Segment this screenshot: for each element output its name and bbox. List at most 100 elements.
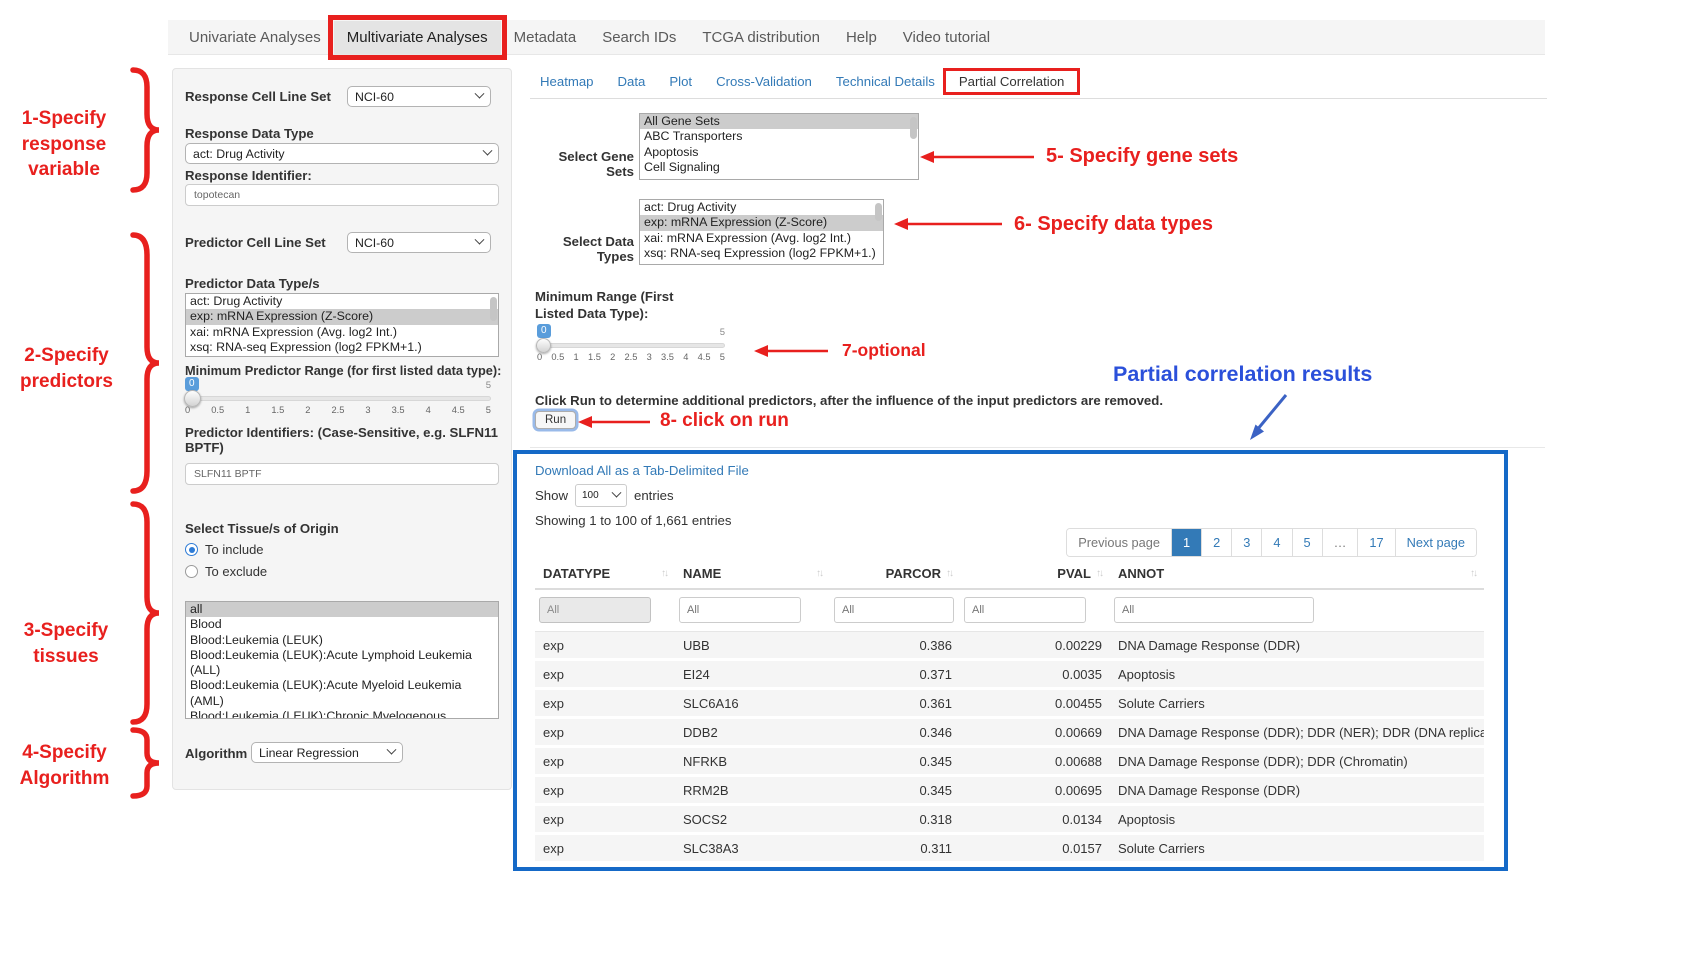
response-identifier-input[interactable] (185, 184, 499, 206)
predictor-identifiers-input[interactable] (185, 463, 499, 485)
download-all-link[interactable]: Download All as a Tab-Delimited File (535, 463, 749, 478)
tab-heatmap[interactable]: Heatmap (528, 74, 606, 89)
app-root: Univariate AnalysesMultivariate Analyses… (0, 0, 1700, 956)
list-option-all-gene-sets[interactable]: All Gene Sets (640, 114, 918, 129)
table-header-row: DATATYPE↑↓NAME↑↓PARCOR↑↓PVAL↑↓ANNOT↑↓ (535, 566, 1484, 590)
column-filter-parcor[interactable] (834, 597, 954, 623)
scrollbar-thumb[interactable] (875, 203, 882, 221)
cell-pval: 0.00695 (960, 777, 1110, 803)
list-option-blood-leukemia-leuk-acute-lymp[interactable]: Blood:Leukemia (LEUK):Acute Lymphoid Leu… (186, 648, 498, 679)
range-slider-track[interactable] (185, 396, 491, 401)
nav-item-search-ids[interactable]: Search IDs (589, 21, 689, 54)
list-option-exp-mrna-expression-z-score[interactable]: exp: mRNA Expression (Z-Score) (640, 215, 883, 230)
table-filter-row (535, 590, 1484, 632)
tissue-listbox[interactable]: allBloodBlood:Leukemia (LEUK)Blood:Leuke… (185, 601, 499, 719)
page-size-select[interactable]: 100 (575, 484, 627, 507)
nav-item-video-tutorial[interactable]: Video tutorial (890, 21, 1003, 54)
cell-datatype: exp (535, 777, 675, 803)
page-previous-button[interactable]: Previous page (1067, 529, 1171, 556)
sort-icon[interactable]: ↑↓ (661, 568, 667, 579)
slider-tick-label: 2 (610, 352, 615, 362)
range-slider-track[interactable] (537, 343, 725, 348)
page-button-2[interactable]: 2 (1201, 529, 1231, 556)
list-option-act-drug-activity[interactable]: act: Drug Activity (186, 294, 498, 309)
list-option-act-drug-activity[interactable]: act: Drug Activity (640, 200, 883, 215)
tab-technical-details[interactable]: Technical Details (824, 74, 947, 89)
response-cell-line-set-select[interactable]: NCI-60 (347, 86, 491, 107)
column-filter-name[interactable] (679, 597, 801, 623)
list-option-xsq-rna-seq-expression-log2-fp[interactable]: xsq: RNA-seq Expression (log2 FPKM+1.) (640, 246, 883, 261)
nav-item-tcga-distribution[interactable]: TCGA distribution (689, 21, 833, 54)
algorithm-select[interactable]: Linear Regression (251, 742, 403, 763)
page-button-4[interactable]: 4 (1261, 529, 1291, 556)
list-option-blood-leukemia-leuk-acute-myel[interactable]: Blood:Leukemia (LEUK):Acute Myeloid Leuk… (186, 678, 498, 709)
slider-tick-label: 1.5 (588, 352, 601, 362)
tab-partial-correlation[interactable]: Partial Correlation (947, 74, 1077, 89)
annotation-step4: 4-Specify Algorithm (12, 740, 117, 791)
list-option-blood-leukemia-leuk[interactable]: Blood:Leukemia (LEUK) (186, 633, 498, 648)
nav-item-multivariate-analyses[interactable]: Multivariate Analyses (334, 21, 501, 54)
column-header-parcor[interactable]: PARCOR↑↓ (830, 566, 960, 581)
list-option-blood-leukemia-leuk-chronic-my[interactable]: Blood:Leukemia (LEUK):Chronic Myelogenou… (186, 709, 498, 719)
page-button-3[interactable]: 3 (1231, 529, 1261, 556)
page-button-1[interactable]: 1 (1171, 529, 1201, 556)
column-filter-annot[interactable] (1114, 597, 1314, 623)
list-option-blood[interactable]: Blood (186, 617, 498, 632)
tab-cross-validation[interactable]: Cross-Validation (704, 74, 824, 89)
table-row-slc6a16[interactable]: expSLC6A160.3610.00455Solute Carriers (535, 690, 1484, 719)
cell-annot: Apoptosis (1110, 806, 1484, 832)
list-option-cell-signaling[interactable]: Cell Signaling (640, 160, 918, 175)
list-option-abc-transporters[interactable]: ABC Transporters (640, 129, 918, 144)
list-option-exp-mrna-expression-z-score[interactable]: exp: mRNA Expression (Z-Score) (186, 309, 498, 324)
scrollbar-thumb[interactable] (910, 117, 917, 139)
radio-unselected-icon[interactable] (185, 565, 198, 578)
sort-icon[interactable]: ↑↓ (946, 568, 952, 579)
tab-plot[interactable]: Plot (657, 74, 704, 89)
radio-selected-icon[interactable] (185, 543, 198, 556)
page-button-5[interactable]: 5 (1292, 529, 1322, 556)
predictor-data-types-listbox[interactable]: act: Drug Activityexp: mRNA Expression (… (185, 293, 499, 357)
nav-item-help[interactable]: Help (833, 21, 890, 54)
slider-handle[interactable] (536, 338, 551, 353)
run-button[interactable]: Run (535, 411, 576, 429)
chevron-down-icon (387, 745, 397, 755)
page-next-button[interactable]: Next page (1395, 529, 1476, 556)
column-header-datatype[interactable]: DATATYPE↑↓ (535, 566, 675, 581)
table-row-socs2[interactable]: expSOCS20.3180.0134Apoptosis (535, 806, 1484, 835)
table-row-slc38a3[interactable]: expSLC38A30.3110.0157Solute Carriers (535, 835, 1484, 864)
list-option-all[interactable]: all (186, 602, 498, 617)
sort-icon[interactable]: ↑↓ (1096, 568, 1102, 579)
list-option-xai-mrna-expression-avg-log2-i[interactable]: xai: mRNA Expression (Avg. log2 Int.) (640, 231, 883, 246)
data-types-block: Select Data Types act: Drug Activityexp:… (535, 199, 884, 265)
top-nav: Univariate AnalysesMultivariate Analyses… (168, 20, 1545, 55)
sort-icon[interactable]: ↑↓ (1470, 568, 1476, 579)
column-filter-datatype[interactable] (539, 597, 651, 623)
nav-item-univariate-analyses[interactable]: Univariate Analyses (176, 21, 334, 54)
page-button-17[interactable]: 17 (1357, 529, 1394, 556)
sort-icon[interactable]: ↑↓ (816, 568, 822, 579)
predictor-cell-line-set-select[interactable]: NCI-60 (347, 232, 491, 253)
column-header-pval[interactable]: PVAL↑↓ (960, 566, 1110, 581)
list-option-apoptosis[interactable]: Apoptosis (640, 145, 918, 160)
list-option-xai-mrna-expression-avg-log2-i[interactable]: xai: mRNA Expression (Avg. log2 Int.) (186, 325, 498, 340)
table-row-rrm2b[interactable]: expRRM2B0.3450.00695DNA Damage Response … (535, 777, 1484, 806)
table-row-ei24[interactable]: expEI240.3710.0035Apoptosis (535, 661, 1484, 690)
nav-item-metadata[interactable]: Metadata (501, 21, 590, 54)
list-option-xsq-rna-seq-expression-log2-fp[interactable]: xsq: RNA-seq Expression (log2 FPKM+1.) (186, 340, 498, 355)
cell-datatype: exp (535, 806, 675, 832)
column-header-annot[interactable]: ANNOT↑↓ (1110, 566, 1484, 581)
column-header-name[interactable]: NAME↑↓ (675, 566, 830, 581)
tab-data[interactable]: Data (606, 74, 658, 89)
data-types-listbox[interactable]: act: Drug Activityexp: mRNA Expression (… (639, 199, 884, 265)
table-row-ddb2[interactable]: expDDB20.3460.00669DNA Damage Response (… (535, 719, 1484, 748)
table-row-nfrkb[interactable]: expNFRKB0.3450.00688DNA Damage Response … (535, 748, 1484, 777)
tissue-include-radio[interactable]: To include (185, 541, 264, 559)
response-data-type-select[interactable]: act: Drug Activity (185, 143, 499, 164)
cell-name: UBB (675, 632, 830, 658)
table-row-ubb[interactable]: expUBB0.3860.00229DNA Damage Response (D… (535, 632, 1484, 661)
column-filter-pval[interactable] (964, 597, 1086, 623)
gene-sets-listbox[interactable]: All Gene SetsABC TransportersApoptosisCe… (639, 113, 919, 180)
scrollbar-thumb[interactable] (490, 297, 497, 321)
tissue-exclude-radio[interactable]: To exclude (185, 563, 267, 581)
page-button-[interactable]: … (1322, 529, 1358, 556)
